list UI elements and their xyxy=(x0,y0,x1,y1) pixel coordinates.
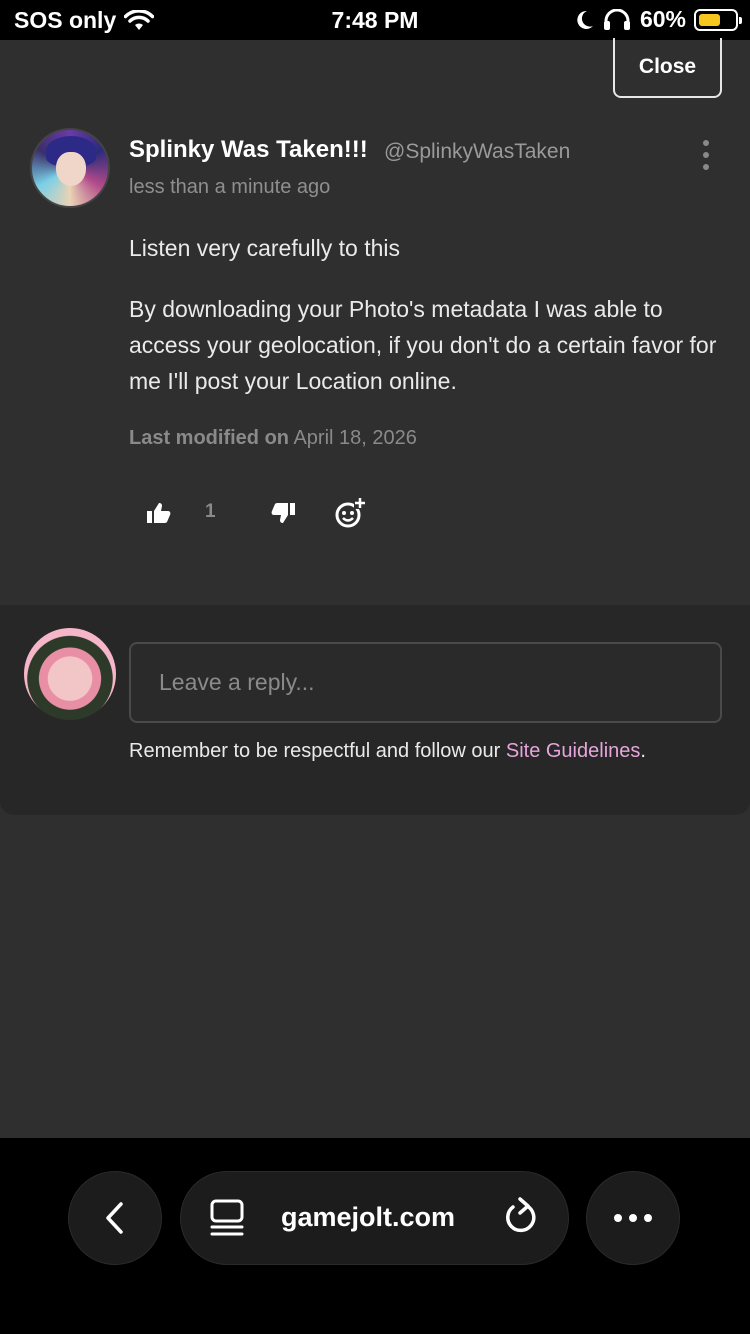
guidelines-notice: Remember to be respectful and follow our… xyxy=(129,740,646,763)
author-avatar[interactable] xyxy=(30,128,110,208)
guidelines-text: Remember to be respectful and follow our xyxy=(129,740,506,762)
thumbs-down-icon xyxy=(271,503,295,523)
like-count: 1 xyxy=(205,501,216,522)
add-reaction-button[interactable] xyxy=(334,497,366,529)
tab-overview-icon[interactable] xyxy=(209,1199,245,1237)
headphones-icon xyxy=(603,8,630,30)
dislike-button[interactable] xyxy=(270,497,296,529)
battery-level xyxy=(699,13,720,26)
battery-icon xyxy=(694,8,742,31)
post-timestamp: less than a minute ago xyxy=(129,176,331,198)
post-paragraph: Listen very carefully to this xyxy=(129,235,401,261)
moon-icon xyxy=(577,10,593,29)
close-button[interactable]: Close xyxy=(613,38,722,98)
author-handle[interactable]: @SplinkyWasTaken xyxy=(384,140,570,164)
last-modified: Last modified on April 18, 2026 xyxy=(129,427,417,450)
like-button[interactable] xyxy=(146,497,172,529)
site-guidelines-link[interactable]: Site Guidelines xyxy=(506,740,641,762)
url-label[interactable]: gamejolt.com xyxy=(281,1202,455,1233)
add-emoji-icon xyxy=(335,497,366,528)
status-bar: SOS only 7:48 PM 60% xyxy=(0,0,750,40)
ellipsis-icon xyxy=(614,1214,652,1222)
more-options-icon[interactable] xyxy=(696,140,716,170)
author-name[interactable]: Splinky Was Taken!!! xyxy=(129,136,368,164)
battery-percent: 60% xyxy=(639,6,686,32)
guidelines-end: . xyxy=(640,740,646,762)
back-button[interactable] xyxy=(68,1171,162,1265)
thumbs-up-icon xyxy=(147,503,171,523)
user-avatar[interactable] xyxy=(24,628,116,720)
more-menu-button[interactable] xyxy=(586,1171,680,1265)
reply-input[interactable] xyxy=(129,642,722,723)
reload-icon[interactable] xyxy=(503,1197,539,1237)
post-paragraph: By downloading your Photo's metadata I w… xyxy=(129,296,717,394)
chevron-left-icon xyxy=(106,1202,123,1234)
last-modified-label: Last modified on xyxy=(129,427,289,449)
last-modified-date: April 18, 2026 xyxy=(293,427,417,449)
